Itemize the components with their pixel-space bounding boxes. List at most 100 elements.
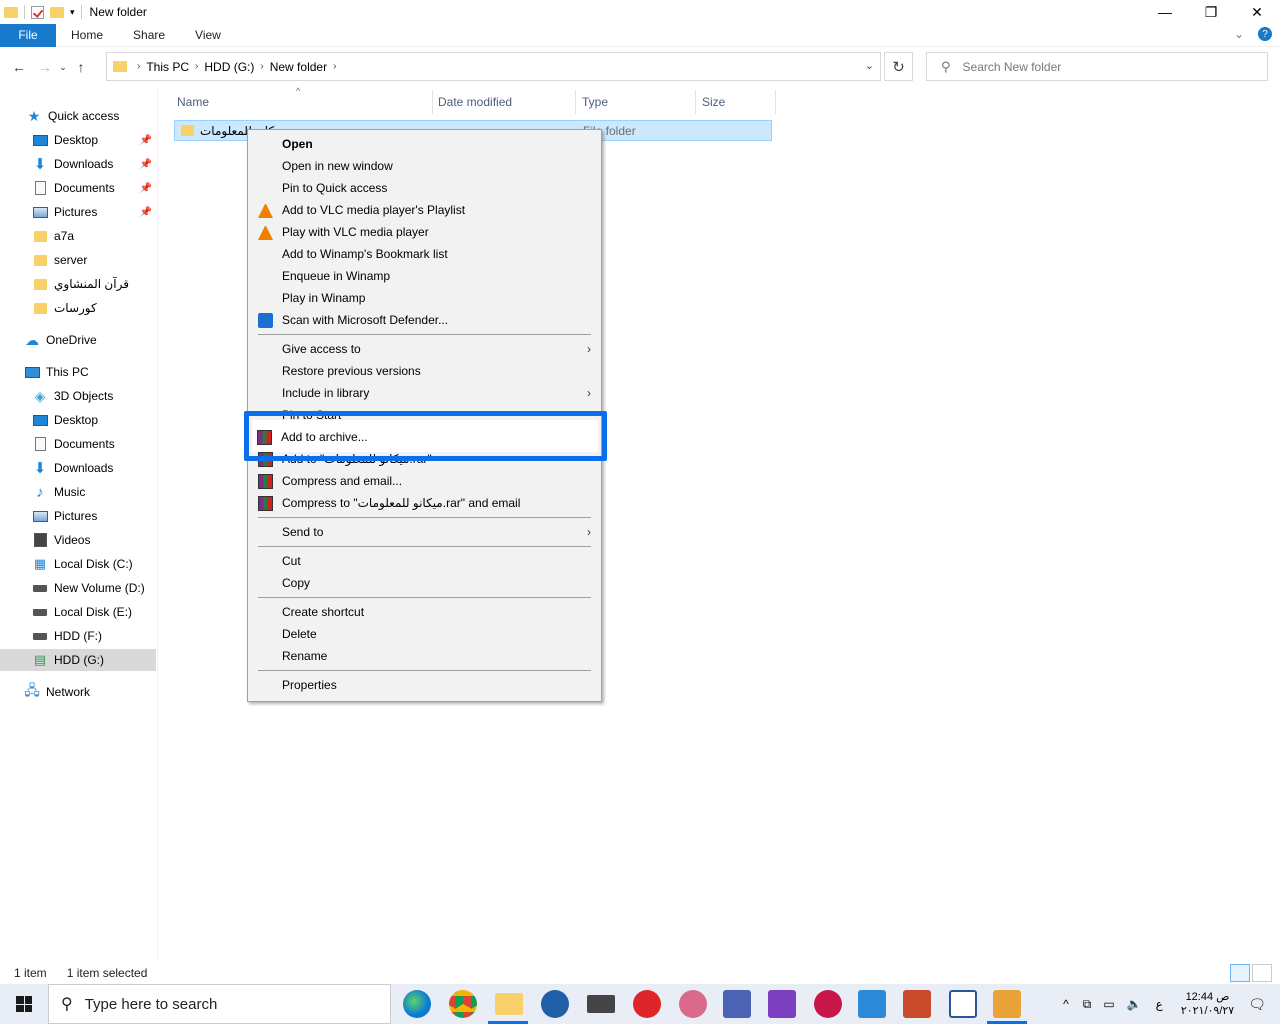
menu-item-open-new-window[interactable]: Open in new window (248, 155, 601, 177)
sidebar-item-pc-desktop[interactable]: Desktop (0, 409, 156, 431)
menu-item-delete[interactable]: Delete (248, 623, 601, 645)
help-icon[interactable]: ? (1258, 27, 1272, 41)
menu-item-rename[interactable]: Rename (248, 645, 601, 667)
sidebar-item-local-disk-e[interactable]: Local Disk (E:) (0, 601, 156, 623)
sidebar-item-courses[interactable]: كورسات (0, 297, 156, 319)
document-icon[interactable] (949, 990, 977, 1018)
desktop-icon (32, 413, 48, 427)
menu-item-compress-email[interactable]: Compress and email... (248, 470, 601, 492)
sidebar-item-network[interactable]: 🖧 Network (0, 681, 156, 703)
edge-icon[interactable] (403, 990, 431, 1018)
search-input[interactable]: ⚲ Search New folder (926, 52, 1268, 81)
refresh-button[interactable]: ↻ (884, 52, 913, 81)
file-explorer-icon[interactable] (495, 993, 523, 1015)
tab-view[interactable]: View (180, 24, 236, 47)
breadcrumb-hdd-g[interactable]: HDD (G:) (198, 60, 260, 74)
chevron-down-icon[interactable]: ⌄ (865, 59, 874, 72)
app-icon[interactable] (723, 990, 751, 1018)
menu-item-vlc-playlist[interactable]: Add to VLC media player's Playlist (248, 199, 601, 221)
sidebar-item-3d-objects[interactable]: ◈ 3D Objects (0, 385, 156, 407)
recent-locations-icon[interactable]: ⌄ (56, 62, 70, 73)
chevron-right-icon[interactable]: › (333, 61, 336, 72)
vscode-icon[interactable] (858, 990, 886, 1018)
menu-item-winamp-enqueue[interactable]: Enqueue in Winamp (248, 265, 601, 287)
menu-item-copy[interactable]: Copy (248, 572, 601, 594)
back-button[interactable]: ← (8, 59, 30, 75)
menu-item-properties[interactable]: Properties (248, 674, 601, 696)
clock[interactable]: 12:44 ص ٢٠٢١/٠٩/٢٧ (1181, 990, 1234, 1018)
sidebar-item-music[interactable]: ♪ Music (0, 481, 156, 503)
app-icon[interactable] (679, 990, 707, 1018)
menu-item-create-shortcut[interactable]: Create shortcut (248, 601, 601, 623)
chrome-icon[interactable] (449, 990, 477, 1018)
address-bar[interactable]: › This PC › HDD (G:) › New folder › ⌄ (106, 52, 881, 81)
sidebar-item-onedrive[interactable]: ☁ OneDrive (0, 329, 156, 351)
sidebar-item-this-pc[interactable]: This PC (0, 361, 156, 383)
sidebar-item-local-disk-c[interactable]: ▦ Local Disk (C:) (0, 553, 156, 575)
menu-item-cut[interactable]: Cut (248, 550, 601, 572)
up-button[interactable]: ↑ (70, 59, 92, 75)
menu-item-compress-rar-email[interactable]: Compress to "ميكانو للمعلومات.rar" and e… (248, 492, 601, 514)
mail-icon[interactable] (587, 995, 615, 1013)
new-folder-icon[interactable] (50, 6, 64, 18)
notifications-icon[interactable]: 🗨 (1248, 996, 1266, 1013)
properties-icon[interactable] (31, 5, 44, 19)
input-language[interactable]: ع (1156, 997, 1163, 1011)
sidebar-item-documents[interactable]: Documents 📌 (0, 177, 156, 199)
menu-item-send-to[interactable]: Send to › (248, 521, 601, 543)
forward-button[interactable]: → (34, 59, 56, 75)
sidebar-item-pc-downloads[interactable]: ⬇ Downloads (0, 457, 156, 479)
sidebar-item-downloads[interactable]: ⬇ Downloads 📌 (0, 153, 156, 175)
meet-now-icon[interactable]: ⧉ (1083, 997, 1092, 1012)
sidebar-item-pictures[interactable]: Pictures 📌 (0, 201, 156, 223)
sidebar-item-server[interactable]: server (0, 249, 156, 271)
sidebar-item-hdd-f[interactable]: HDD (F:) (0, 625, 156, 647)
chevron-up-icon[interactable]: ^ (1063, 997, 1069, 1011)
column-size[interactable]: Size (696, 90, 776, 114)
customize-toolbar-icon[interactable]: ▾ (70, 7, 75, 18)
sidebar-item-pc-pictures[interactable]: Pictures (0, 505, 156, 527)
sidebar-item-new-volume-d[interactable]: New Volume (D:) (0, 577, 156, 599)
sidebar-item-desktop[interactable]: Desktop 📌 (0, 129, 156, 151)
menu-item-vlc-play[interactable]: Play with VLC media player (248, 221, 601, 243)
network-icon[interactable]: ▭ (1103, 997, 1114, 1011)
column-type[interactable]: Type (576, 90, 696, 114)
sidebar-item-pc-documents[interactable]: Documents (0, 433, 156, 455)
column-date-modified[interactable]: Date modified (432, 90, 576, 114)
sidebar-item-a7a[interactable]: a7a (0, 225, 156, 247)
menu-item-winamp-bookmark[interactable]: Add to Winamp's Bookmark list (248, 243, 601, 265)
details-view-button[interactable] (1230, 964, 1250, 982)
menu-item-winamp-play[interactable]: Play in Winamp (248, 287, 601, 309)
large-icons-view-button[interactable] (1252, 964, 1272, 982)
close-button[interactable]: ✕ (1234, 0, 1280, 24)
tab-file[interactable]: File (0, 23, 56, 47)
sidebar-item-hdd-g[interactable]: ▤ HDD (G:) (0, 649, 156, 671)
app-icon[interactable] (903, 990, 931, 1018)
app-icon[interactable] (768, 990, 796, 1018)
start-button[interactable] (0, 984, 48, 1024)
menu-item-open[interactable]: Open (248, 133, 601, 155)
menu-item-give-access[interactable]: Give access to › (248, 338, 601, 360)
sidebar-item-videos[interactable]: Videos (0, 529, 156, 551)
column-name[interactable]: Name (171, 90, 433, 114)
menu-item-restore-versions[interactable]: Restore previous versions (248, 360, 601, 382)
expand-ribbon-icon[interactable]: ⌄ (1234, 27, 1244, 41)
app-icon[interactable] (541, 990, 569, 1018)
breadcrumb-new-folder[interactable]: New folder (264, 60, 333, 74)
app-icon[interactable] (814, 990, 842, 1018)
computer-icon (24, 365, 40, 379)
sidebar-item-quick-access[interactable]: ★ Quick access (0, 105, 156, 127)
maximize-button[interactable]: ❐ (1188, 0, 1234, 24)
minimize-button[interactable]: — (1142, 0, 1188, 24)
sidebar-item-quran[interactable]: قرآن المنشاوي (0, 273, 156, 295)
menu-item-include-library[interactable]: Include in library › (248, 382, 601, 404)
menu-item-pin-quick-access[interactable]: Pin to Quick access (248, 177, 601, 199)
tab-share[interactable]: Share (118, 24, 180, 47)
acrobat-icon[interactable] (633, 990, 661, 1018)
tab-home[interactable]: Home (56, 24, 118, 47)
breadcrumb-this-pc[interactable]: This PC (140, 60, 195, 74)
taskbar-search-input[interactable]: ⚲ Type here to search (48, 984, 391, 1024)
app-icon[interactable] (993, 990, 1021, 1018)
menu-item-defender-scan[interactable]: Scan with Microsoft Defender... (248, 309, 601, 331)
volume-icon[interactable]: 🔈 (1127, 997, 1142, 1011)
